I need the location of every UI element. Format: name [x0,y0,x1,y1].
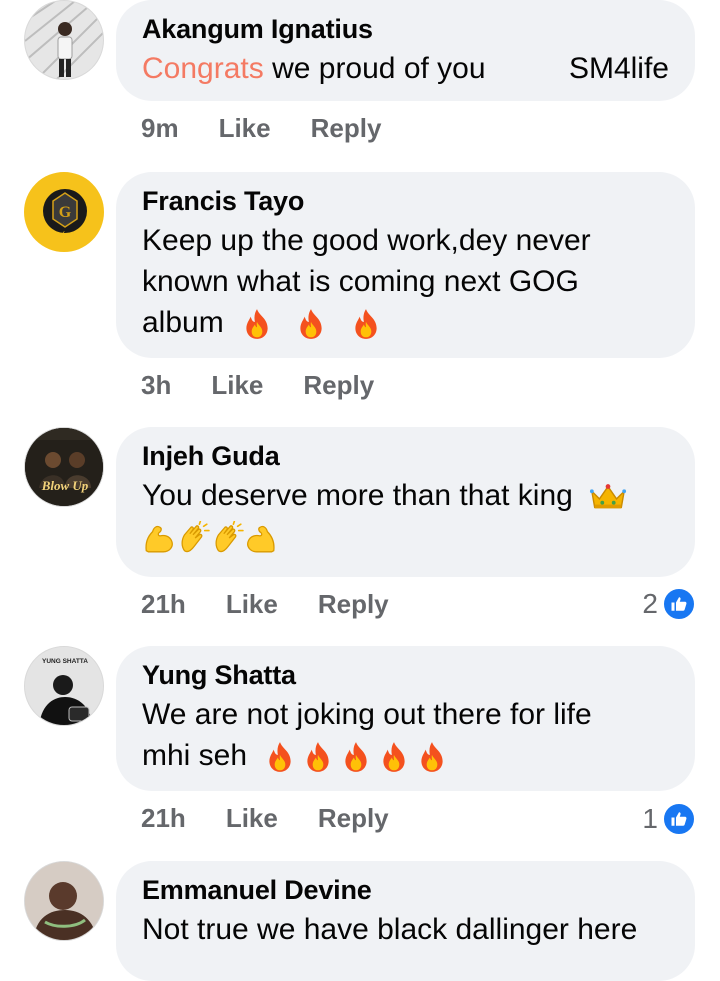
comment-actions: 21h Like Reply [141,803,389,834]
thumbs-up-icon [662,802,696,836]
fire-icon [301,740,335,774]
comment-text: Not true we have black dallinger here [142,909,669,950]
comment-line: known what is coming next GOG [142,265,579,298]
avatar-caption: Blow Up [41,478,89,493]
comment-author[interactable]: Akangum Ignatius [142,14,669,44]
svg-text:G: G [59,204,72,221]
fire-icon [377,740,411,774]
comment-line: Not true we have black dallinger here [142,913,638,946]
comment-text: You deserve more than that king [142,475,669,557]
avatar-akangum[interactable] [24,0,104,80]
comment-actions: 21h Like Reply [141,589,389,620]
highlighted-word[interactable]: Congrats [142,52,264,85]
comment-time[interactable]: 21h [141,589,186,620]
avatar-yung-shatta[interactable]: YUNG SHATTA [24,646,104,726]
reaction-count: 2 [642,588,658,619]
comment-bubble: Emmanuel Devine Not true we have black d… [116,861,695,981]
comment-text-rest: we proud of you [263,52,486,85]
comment-line: mhi seh [142,739,248,772]
comment-author[interactable]: Injeh Guda [142,441,669,471]
reaction-summary[interactable]: 1 [642,802,696,836]
comment-author[interactable]: Francis Tayo [142,186,669,216]
reply-button[interactable]: Reply [311,113,382,144]
comment-text: We are not joking out there for life mhi… [142,694,669,776]
comment-text-tail: SM4life [568,52,669,85]
thumbs-up-icon [662,587,696,621]
reaction-summary[interactable]: 2 [642,587,696,621]
fire-icon [294,307,328,341]
comment-actions: 9m Like Reply [141,113,381,144]
fire-icon [339,740,373,774]
comment-author[interactable]: Yung Shatta [142,660,669,690]
like-button[interactable]: Like [211,370,263,401]
avatar-caption: Sm for lyf [50,232,80,239]
clapping-hands-icon [210,521,244,555]
like-button[interactable]: Like [219,113,271,144]
comment-text: Keep up the good work,dey never known wh… [142,220,669,343]
comment-bubble: Akangum Ignatius Congrats we proud of yo… [116,0,695,101]
comment-time[interactable]: 9m [141,113,179,144]
comment-text: Congrats we proud of you SM4life [142,48,669,89]
reply-button[interactable]: Reply [318,589,389,620]
avatar-caption: YUNG SHATTA [42,658,88,665]
comment-actions: 3h Like Reply [141,370,374,401]
comment-author[interactable]: Emmanuel Devine [142,875,669,905]
reply-button[interactable]: Reply [303,370,374,401]
clapping-hands-icon [176,521,210,555]
comment-time[interactable]: 21h [141,803,186,834]
reaction-count: 1 [642,803,658,834]
avatar-francis[interactable]: G Sm for lyf [24,172,104,252]
comment-line: You deserve more than that king [142,479,573,512]
fire-icon [349,307,383,341]
avatar-emmanuel[interactable] [24,861,104,941]
comment-line: We are not joking out there for life [142,698,592,731]
comment-bubble: Yung Shatta We are not joking out there … [116,646,695,791]
comment-time[interactable]: 3h [141,370,171,401]
flexed-biceps-icon [142,521,176,555]
crown-icon [589,481,627,513]
reply-button[interactable]: Reply [318,803,389,834]
comment-line: Keep up the good work,dey never [142,224,591,257]
like-button[interactable]: Like [226,803,278,834]
like-button[interactable]: Like [226,589,278,620]
flexed-biceps-icon [244,521,278,555]
comment-bubble: Francis Tayo Keep up the good work,dey n… [116,172,695,358]
avatar-injeh[interactable]: Blow Up [24,427,104,507]
fire-icon [240,307,274,341]
comment-bubble: Injeh Guda You deserve more than that ki… [116,427,695,577]
comment-line: album [142,306,224,339]
fire-icon [263,740,297,774]
fire-icon [415,740,449,774]
